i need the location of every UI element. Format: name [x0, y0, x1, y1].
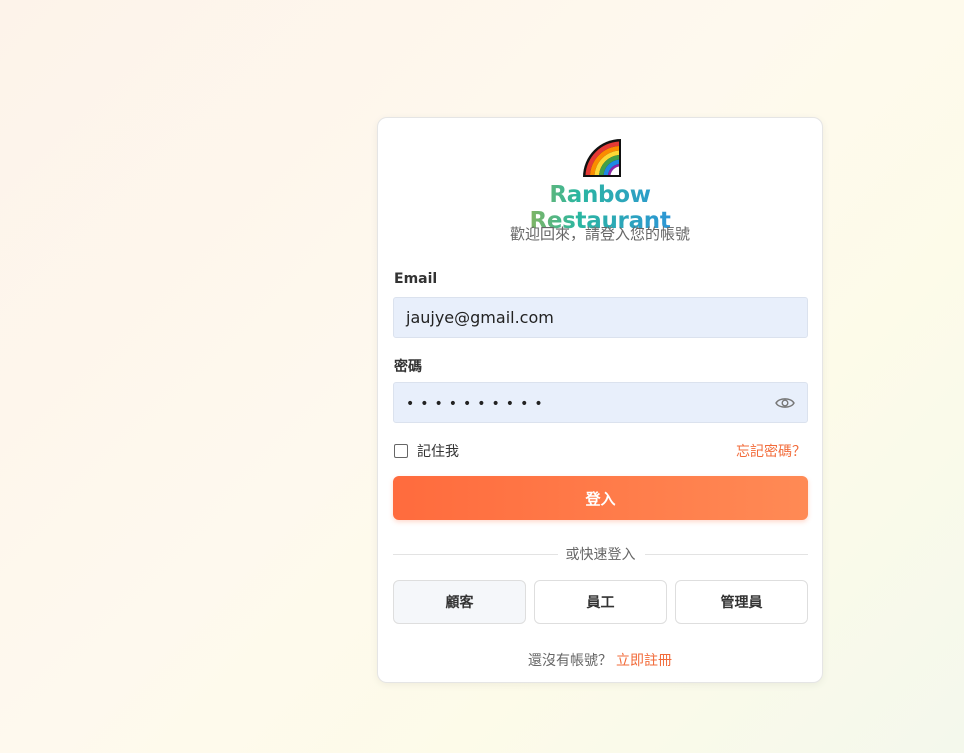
signup-prompt: 還沒有帳號？ — [528, 653, 612, 669]
signup-row: 還沒有帳號？ 立即註冊 — [378, 650, 822, 670]
forgot-password-link[interactable]: 忘記密碼？ — [736, 441, 806, 461]
remember-me[interactable]: 記住我 — [394, 441, 459, 461]
login-button[interactable]: 登入 — [393, 476, 808, 520]
welcome-subtitle: 歡迎回來，請登入您的帳號 — [509, 225, 690, 243]
quick-login-customer-button[interactable]: 顧客 — [393, 580, 526, 624]
email-label: Email — [394, 271, 438, 287]
password-field[interactable]: •••••••••• — [393, 382, 808, 423]
eye-icon[interactable] — [775, 394, 795, 412]
password-label: 密碼 — [394, 359, 422, 375]
remember-checkbox[interactable] — [394, 444, 408, 458]
quick-login-admin-button[interactable]: 管理員 — [675, 580, 808, 624]
password-value: •••••••••• — [406, 395, 549, 412]
quick-login-label: 或快速登入 — [565, 547, 636, 563]
quick-login-staff-button[interactable]: 員工 — [534, 580, 667, 624]
login-card: Ranbow Restaurant 歡迎回來，請登入您的帳號 Email jau… — [377, 117, 823, 683]
signup-link[interactable]: 立即註冊 — [616, 653, 672, 669]
remember-label: 記住我 — [417, 444, 459, 460]
email-field[interactable]: jaujye@gmail.com — [393, 297, 808, 338]
rainbow-icon — [583, 139, 621, 177]
email-value: jaujye@gmail.com — [406, 308, 554, 327]
quick-login-divider: 或快速登入 — [393, 544, 808, 564]
